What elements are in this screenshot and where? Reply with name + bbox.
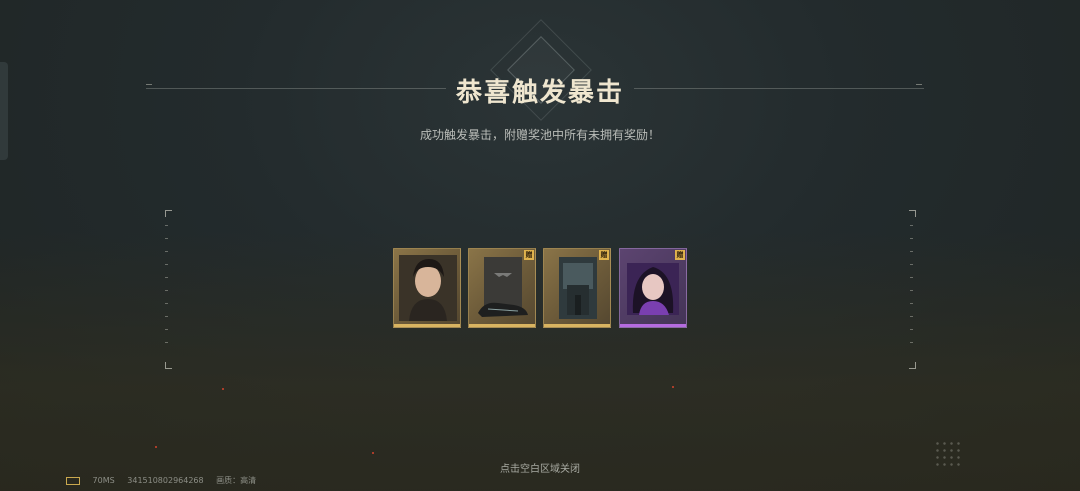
status-bar: 70MS 3415108029642​68 画质：高清 bbox=[66, 475, 266, 486]
reward-card-avatar[interactable]: 赠 bbox=[619, 248, 687, 328]
rarity-bar bbox=[544, 324, 610, 327]
ping-value: 70MS bbox=[92, 476, 115, 485]
male-character-icon bbox=[399, 255, 457, 321]
dot-grid-decoration bbox=[934, 440, 964, 470]
female-character-icon bbox=[627, 263, 679, 315]
frame-corner bbox=[909, 362, 916, 369]
user-id: 3415108029642​68 bbox=[127, 476, 204, 485]
rarity-bar bbox=[394, 324, 460, 327]
background-gradient bbox=[0, 231, 1080, 491]
battery-icon bbox=[66, 476, 80, 485]
ember-particle bbox=[222, 388, 224, 390]
reward-card-scene[interactable]: 赠 bbox=[543, 248, 611, 328]
frame-corner bbox=[165, 210, 172, 217]
page-subtitle: 成功触发暴击，附赠奖池中所有未拥有奖励！ bbox=[419, 128, 660, 142]
rarity-bar bbox=[469, 324, 535, 327]
gift-badge: 赠 bbox=[524, 250, 534, 260]
gift-badge: 赠 bbox=[675, 250, 685, 260]
rarity-bar bbox=[620, 324, 686, 327]
gift-badge: 赠 bbox=[599, 250, 609, 260]
ember-particle bbox=[372, 452, 374, 454]
frame-corner bbox=[909, 210, 916, 217]
ember-particle bbox=[672, 386, 674, 388]
scene-icon bbox=[559, 257, 597, 319]
page-title: 恭喜触发暴击 bbox=[455, 78, 624, 108]
frame-corner bbox=[165, 362, 172, 369]
reward-card-gear[interactable]: 赠 bbox=[468, 248, 536, 328]
frame-dashes-right bbox=[910, 225, 913, 355]
close-hint[interactable]: 点击空白区域关闭 bbox=[0, 460, 1080, 475]
ember-particle bbox=[155, 446, 157, 448]
reward-card-character[interactable] bbox=[393, 248, 461, 328]
quality-setting: 画质：高清 bbox=[216, 476, 257, 485]
shoe-item-icon bbox=[478, 257, 528, 317]
frame-dashes-left bbox=[165, 225, 168, 355]
